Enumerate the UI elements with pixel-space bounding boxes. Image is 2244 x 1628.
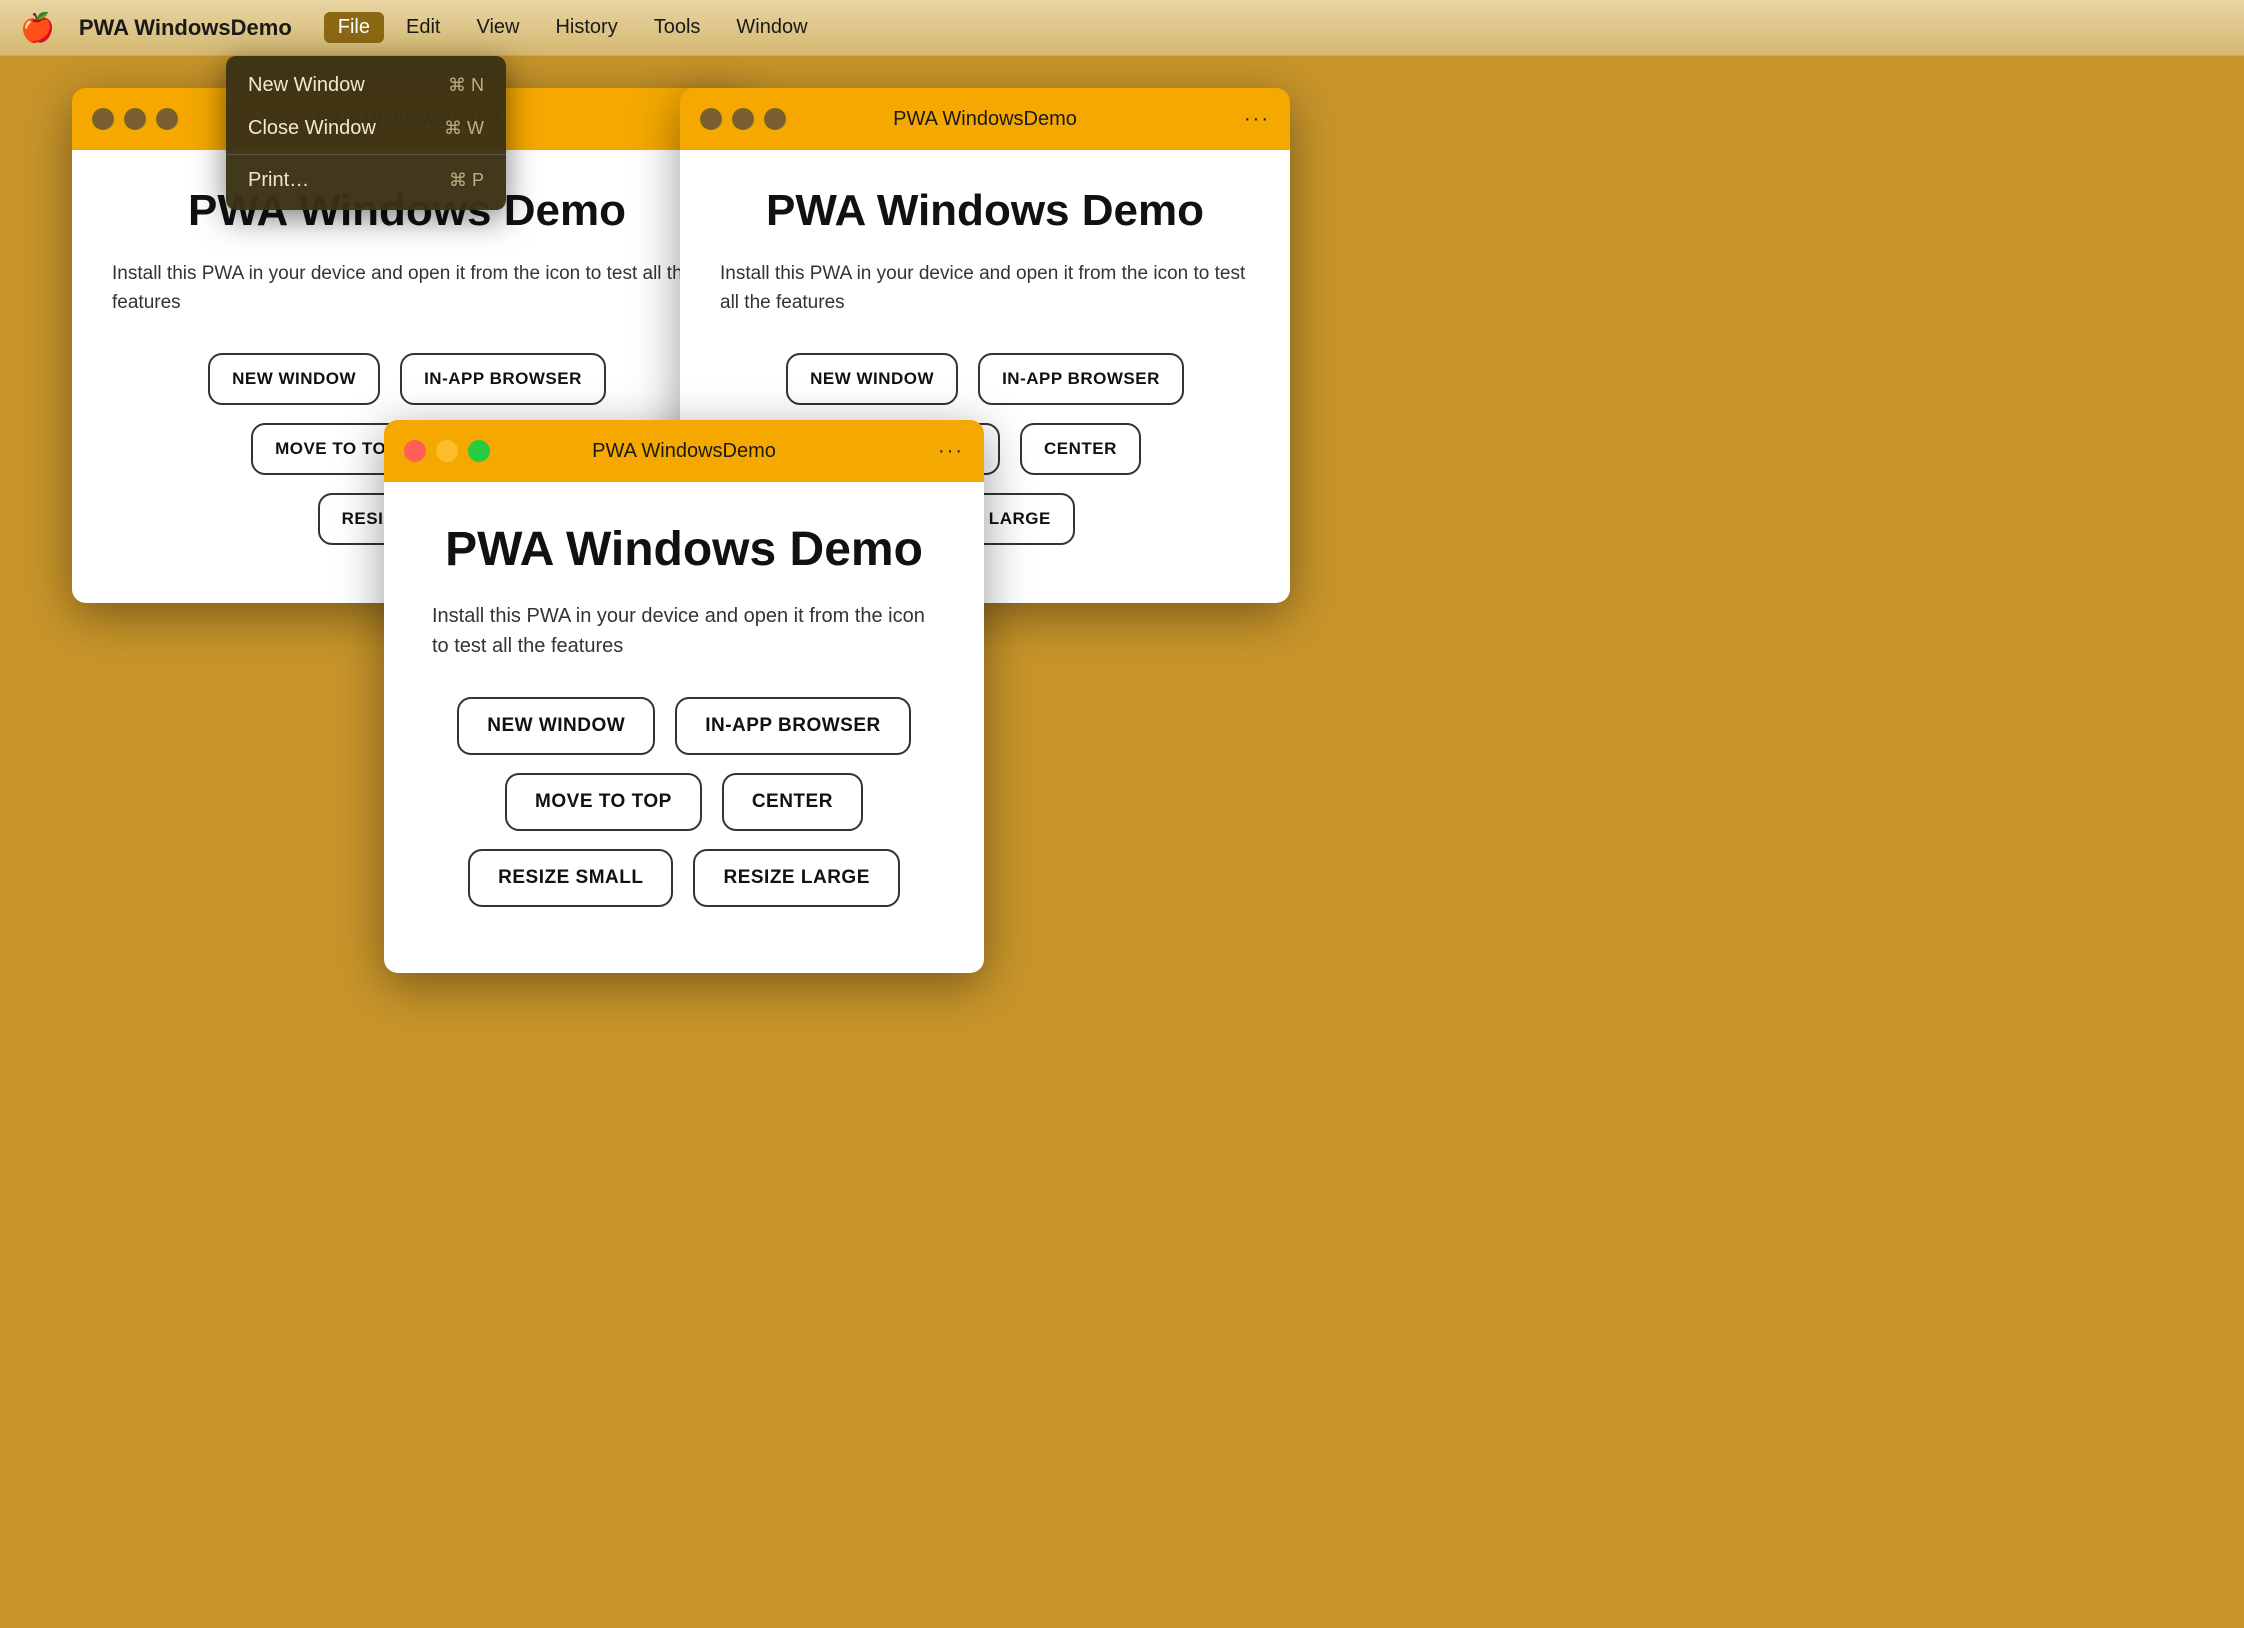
menu-item-close-window-shortcut: ⌘ W — [444, 118, 484, 139]
window-more-3[interactable]: ··· — [938, 440, 964, 463]
tl-yellow-2[interactable] — [732, 108, 754, 130]
apple-icon[interactable]: 🍎 — [20, 11, 55, 44]
menu-divider — [226, 154, 506, 155]
btn-new-window-2[interactable]: NEW WINDOW — [786, 353, 958, 405]
file-dropdown-menu: New Window ⌘ N Close Window ⌘ W Print… ⌘… — [226, 56, 506, 210]
tl-green-3[interactable] — [468, 440, 490, 462]
btn-center-3[interactable]: CENTER — [722, 773, 863, 831]
menu-item-print-shortcut: ⌘ P — [449, 170, 484, 191]
pwa-subtitle-2: Install this PWA in your device and open… — [720, 260, 1250, 317]
btn-row-1-1: NEW WINDOW IN-APP BROWSER — [112, 353, 702, 405]
menu-item-new-window[interactable]: New Window ⌘ N — [226, 64, 506, 107]
menubar-view[interactable]: View — [462, 12, 533, 43]
window-more-2[interactable]: ··· — [1244, 108, 1270, 131]
menu-item-new-window-shortcut: ⌘ N — [448, 75, 484, 96]
menubar-tools[interactable]: Tools — [640, 12, 715, 43]
pwa-app-title-3: PWA Windows Demo — [432, 522, 936, 577]
tl-red-1[interactable] — [92, 108, 114, 130]
menu-item-new-window-label: New Window — [248, 74, 365, 97]
btn-row-3-3: RESIZE SMALL RESIZE LARGE — [432, 849, 936, 907]
menu-item-close-window-label: Close Window — [248, 117, 376, 140]
pwa-window-3: PWA WindowsDemo ··· PWA Windows Demo Ins… — [384, 420, 984, 973]
window-title-2: PWA WindowsDemo — [893, 108, 1077, 131]
pwa-app-title-2: PWA Windows Demo — [720, 186, 1250, 236]
tl-green-1[interactable] — [156, 108, 178, 130]
window-content-3: PWA Windows Demo Install this PWA in you… — [384, 482, 984, 973]
traffic-lights-2 — [700, 108, 786, 130]
pwa-subtitle-3: Install this PWA in your device and open… — [432, 601, 936, 661]
menu-item-print[interactable]: Print… ⌘ P — [226, 159, 506, 202]
tl-yellow-1[interactable] — [124, 108, 146, 130]
app-name: PWA WindowsDemo — [79, 15, 292, 41]
btn-move-top-3[interactable]: MOVE TO TOP — [505, 773, 702, 831]
menubar: 🍎 PWA WindowsDemo File Edit View History… — [0, 0, 2244, 56]
btn-new-window-3[interactable]: NEW WINDOW — [457, 697, 655, 755]
menubar-history[interactable]: History — [541, 12, 631, 43]
btn-row-3-1: NEW WINDOW IN-APP BROWSER — [432, 697, 936, 755]
btn-row-2-1: NEW WINDOW IN-APP BROWSER — [720, 353, 1250, 405]
titlebar-2: PWA WindowsDemo ··· — [680, 88, 1290, 150]
menubar-items: File Edit View History Tools Window — [324, 12, 822, 43]
tl-green-2[interactable] — [764, 108, 786, 130]
tl-yellow-3[interactable] — [436, 440, 458, 462]
tl-red-3[interactable] — [404, 440, 426, 462]
menubar-file[interactable]: File — [324, 12, 384, 43]
btn-resize-large-3[interactable]: RESIZE LARGE — [693, 849, 899, 907]
traffic-lights-3 — [404, 440, 490, 462]
menubar-window[interactable]: Window — [722, 12, 821, 43]
menu-item-close-window[interactable]: Close Window ⌘ W — [226, 107, 506, 150]
tl-red-2[interactable] — [700, 108, 722, 130]
pwa-subtitle-1: Install this PWA in your device and open… — [112, 260, 702, 317]
menubar-edit[interactable]: Edit — [392, 12, 454, 43]
btn-row-3-2: MOVE TO TOP CENTER — [432, 773, 936, 831]
menu-item-print-label: Print… — [248, 169, 309, 192]
window-title-3: PWA WindowsDemo — [592, 440, 776, 463]
traffic-lights-1 — [92, 108, 178, 130]
btn-resize-small-3[interactable]: RESIZE SMALL — [468, 849, 673, 907]
titlebar-3: PWA WindowsDemo ··· — [384, 420, 984, 482]
btn-inapp-browser-1[interactable]: IN-APP BROWSER — [400, 353, 606, 405]
btn-inapp-browser-2[interactable]: IN-APP BROWSER — [978, 353, 1184, 405]
btn-inapp-browser-3[interactable]: IN-APP BROWSER — [675, 697, 911, 755]
btn-center-2[interactable]: CENTER — [1020, 423, 1141, 475]
btn-new-window-1[interactable]: NEW WINDOW — [208, 353, 380, 405]
